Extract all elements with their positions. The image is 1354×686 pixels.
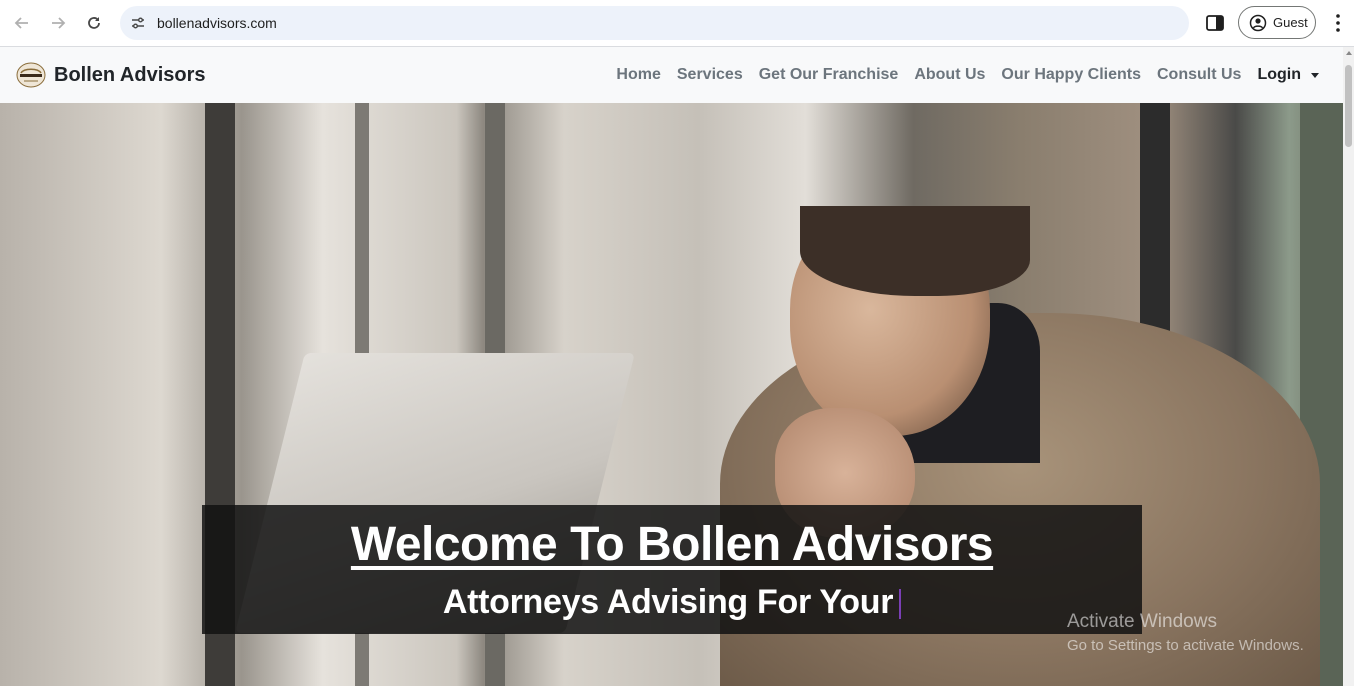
back-arrow-icon bbox=[14, 17, 28, 29]
nav-link-consult[interactable]: Consult Us bbox=[1149, 66, 1249, 84]
more-menu-icon[interactable] bbox=[1328, 12, 1348, 34]
reload-icon bbox=[88, 17, 100, 29]
person-hair bbox=[800, 206, 1030, 296]
url-text: bollenadvisors.com bbox=[157, 15, 277, 31]
forward-button[interactable] bbox=[44, 9, 72, 37]
caret-down-icon bbox=[1311, 72, 1319, 78]
browser-toolbar: bollenadvisors.com Guest bbox=[0, 0, 1354, 47]
typing-cursor bbox=[899, 589, 902, 620]
nav-link-clients[interactable]: Our Happy Clients bbox=[993, 66, 1149, 84]
profile-button[interactable]: Guest bbox=[1238, 6, 1316, 39]
site-settings-icon[interactable] bbox=[130, 15, 146, 31]
page-scrollbar[interactable] bbox=[1343, 47, 1354, 686]
profile-label: Guest bbox=[1273, 15, 1308, 30]
site-navbar: Bollen Advisors Home Services Get Our Fr… bbox=[0, 47, 1343, 103]
nav-link-home[interactable]: Home bbox=[608, 66, 668, 84]
reload-button[interactable] bbox=[80, 9, 108, 37]
address-bar[interactable]: bollenadvisors.com bbox=[120, 6, 1189, 40]
watermark-subtitle: Go to Settings to activate Windows. bbox=[1067, 637, 1304, 654]
hero-title: Welcome To Bollen Advisors bbox=[350, 518, 994, 571]
windows-watermark: Activate Windows Go to Settings to activ… bbox=[1067, 611, 1304, 654]
watermark-title: Activate Windows bbox=[1067, 611, 1217, 632]
nav-links: Home Services Get Our Franchise About Us… bbox=[608, 47, 1343, 103]
side-panel-icon[interactable] bbox=[1205, 13, 1225, 33]
forward-arrow-icon bbox=[52, 17, 66, 29]
nav-link-about[interactable]: About Us bbox=[906, 66, 993, 84]
nav-link-services[interactable]: Services bbox=[669, 66, 751, 84]
brand-name[interactable]: Bollen Advisors bbox=[54, 64, 206, 87]
profile-icon bbox=[1249, 14, 1267, 31]
scroll-up-icon[interactable] bbox=[1346, 51, 1352, 55]
brand-logo-icon[interactable] bbox=[16, 62, 46, 88]
login-dropdown[interactable]: Login bbox=[1249, 66, 1343, 84]
back-button[interactable] bbox=[8, 9, 36, 37]
hero-subtitle: Attorneys Advising For Your bbox=[442, 583, 894, 621]
login-label: Login bbox=[1257, 66, 1301, 83]
nav-link-franchise[interactable]: Get Our Franchise bbox=[751, 66, 907, 84]
hero-banner: Welcome To Bollen Advisors Attorneys Adv… bbox=[202, 505, 1142, 634]
scrollbar-thumb[interactable] bbox=[1345, 65, 1352, 147]
hero-subtitle-wrap: Attorneys Advising For Your bbox=[202, 583, 1142, 622]
hero-section: Welcome To Bollen Advisors Attorneys Adv… bbox=[0, 103, 1343, 686]
